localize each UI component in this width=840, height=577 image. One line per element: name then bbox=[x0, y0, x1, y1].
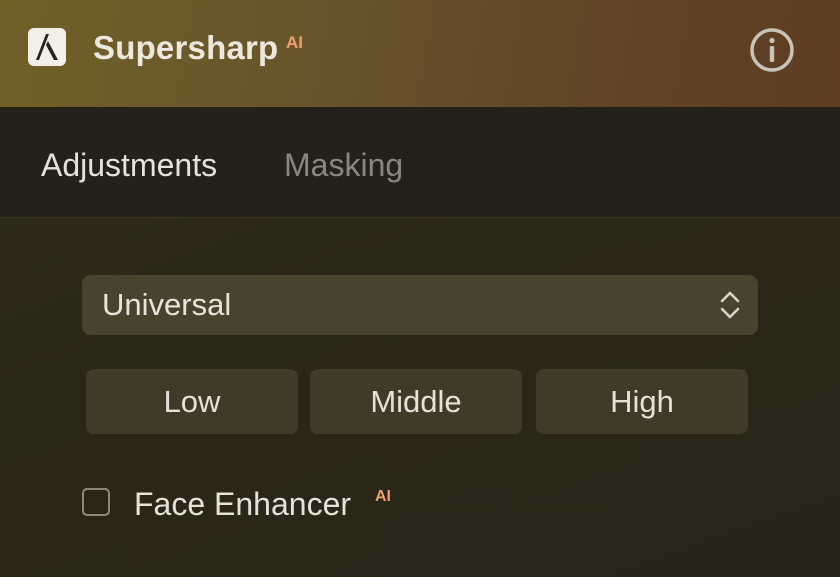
info-icon[interactable] bbox=[748, 26, 796, 74]
high-button[interactable]: High bbox=[536, 369, 748, 434]
panel-header: Supersharp AI bbox=[0, 0, 840, 107]
face-enhancer-checkbox[interactable] bbox=[82, 488, 110, 516]
face-enhancer-ai-badge: AI bbox=[375, 488, 391, 505]
face-enhancer-label[interactable]: Face Enhancer bbox=[134, 484, 351, 524]
low-button[interactable]: Low bbox=[86, 369, 298, 434]
panel-title: Supersharp bbox=[93, 29, 279, 66]
supersharp-panel: Supersharp AI Adjustments Masking Univer… bbox=[0, 0, 840, 577]
model-select[interactable]: Universal bbox=[82, 275, 758, 335]
tab-adjustments[interactable]: Adjustments bbox=[41, 145, 217, 185]
tab-bar: Adjustments Masking bbox=[0, 107, 840, 218]
middle-button[interactable]: Middle bbox=[310, 369, 522, 434]
tab-masking[interactable]: Masking bbox=[284, 145, 403, 185]
model-select-value: Universal bbox=[102, 287, 232, 322]
supersharp-logo-icon bbox=[28, 28, 66, 66]
ai-badge: AI bbox=[286, 33, 303, 52]
chevron-updown-icon bbox=[720, 291, 740, 319]
